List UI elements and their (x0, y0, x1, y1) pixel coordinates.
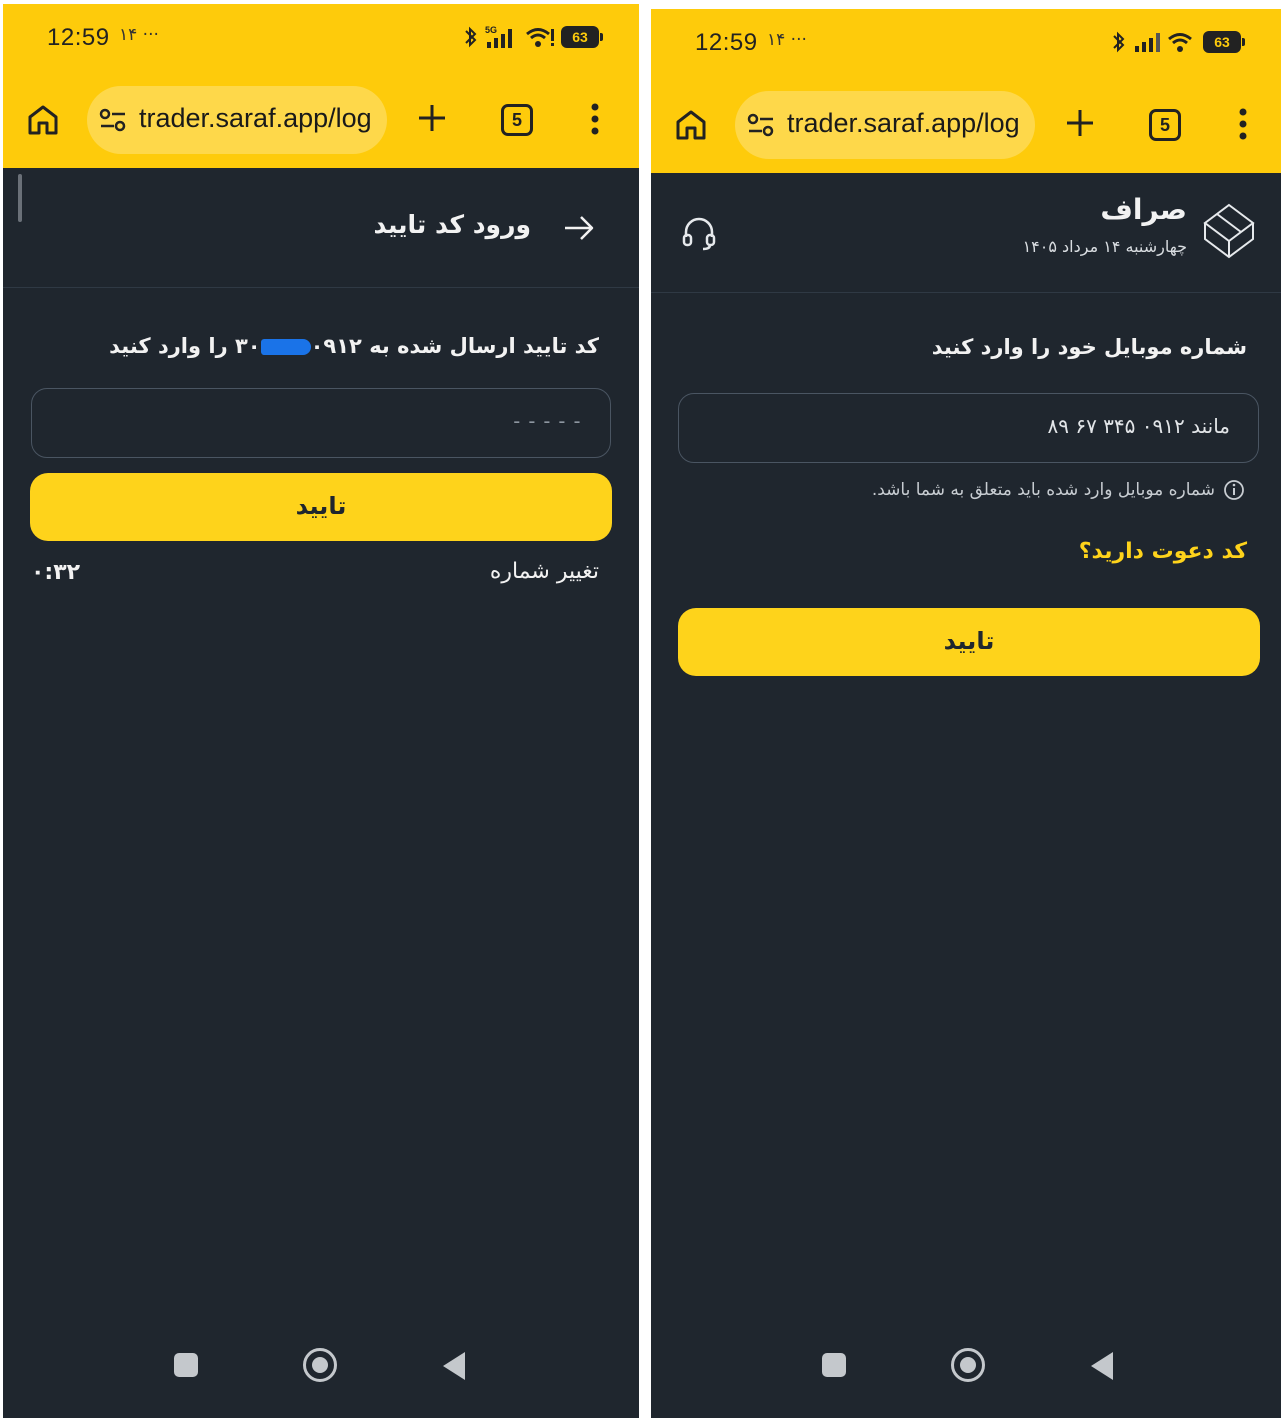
url-text: trader.saraf.app/log (139, 103, 372, 133)
phone-placeholder: مانند ۰۹۱۲ ۳۴۵ ۶۷ ۸۹ (1047, 414, 1230, 438)
wifi-icon (526, 28, 554, 47)
info-icon (1224, 480, 1244, 500)
bluetooth-icon (465, 26, 477, 48)
status-icons: 5G 63 (463, 22, 603, 52)
new-tab-icon[interactable] (416, 102, 448, 134)
change-number-link[interactable]: تغییر شماره (490, 559, 599, 584)
browser-toolbar: trader.saraf.app/log 5 (3, 70, 639, 168)
phone-field-label: شماره موبایل خود را وارد کنید (931, 335, 1247, 359)
home-nav-icon[interactable] (303, 1348, 337, 1382)
back-nav-icon[interactable] (443, 1352, 465, 1380)
phone-hint: شماره موبایل وارد شده باید متعلق به شما … (872, 479, 1245, 501)
brand-name: صراف (1100, 193, 1187, 226)
status-bar: 12:59 ۱۴ ··· 63 (651, 9, 1281, 75)
status-icons: 63 (1111, 27, 1245, 57)
otp-prompt-prefix: کد تایید ارسال شده به ۰۹۱۲ (310, 334, 599, 358)
brand-date: چهارشنبه ۱۴ مرداد ۱۴۰۵ (1022, 237, 1187, 256)
otp-input[interactable]: ----- (31, 388, 611, 458)
signal-5g-icon: 5G (485, 25, 512, 48)
confirm-button[interactable]: تایید (678, 608, 1260, 676)
invite-code-link[interactable]: کد دعوت دارید؟ (1079, 539, 1247, 564)
status-time: 12:59 (695, 29, 758, 56)
recents-icon[interactable] (174, 1353, 198, 1377)
signal-icon (1135, 33, 1160, 52)
battery-icon: 63 (561, 26, 603, 48)
left-phone-screen: 12:59 ۱۴ ··· 5G 63 trader.saraf.app/log … (3, 4, 639, 1418)
more-menu-icon[interactable] (1236, 107, 1250, 141)
battery-icon: 63 (1203, 31, 1245, 53)
otp-prompt: کد تایید ارسال شده به ۰۹۱۲ ۳۰ را وارد کنی… (109, 334, 599, 358)
otp-prompt-suffix: ۳۰ را وارد کنید (109, 334, 261, 358)
back-arrow-icon[interactable] (563, 214, 595, 242)
url-text: trader.saraf.app/log (787, 108, 1020, 138)
page-header: ورود کد تایید (3, 168, 639, 288)
address-bar[interactable]: trader.saraf.app/log (735, 91, 1035, 159)
saraf-logo-icon (1203, 203, 1255, 259)
right-phone-screen: 12:59 ۱۴ ··· 63 trader.saraf.app/log 5 ص… (651, 9, 1281, 1418)
home-nav-icon[interactable] (951, 1348, 985, 1382)
status-time: 12:59 (47, 24, 110, 51)
more-menu-icon[interactable] (588, 102, 602, 136)
back-nav-icon[interactable] (1091, 1352, 1113, 1380)
browser-toolbar: trader.saraf.app/log 5 (651, 75, 1281, 173)
tab-switcher-button[interactable]: 5 (1149, 109, 1181, 141)
page-title: ورود کد تایید (373, 210, 532, 239)
network-label: 5G (485, 25, 497, 35)
recents-icon[interactable] (822, 1353, 846, 1377)
redacted-digits (260, 339, 311, 355)
site-settings-icon[interactable] (99, 108, 127, 132)
address-bar[interactable]: trader.saraf.app/log (87, 86, 387, 154)
system-nav-bar (651, 1328, 1281, 1418)
confirm-button[interactable]: تایید (30, 473, 612, 541)
phone-number-input[interactable]: مانند ۰۹۱۲ ۳۴۵ ۶۷ ۸۹ (678, 393, 1259, 463)
home-icon[interactable] (25, 102, 61, 138)
support-headset-icon[interactable] (681, 215, 717, 251)
status-extra: ۱۴ ··· (119, 25, 159, 45)
resend-timer: ۰:۳۲ (31, 560, 81, 585)
phone-hint-text: شماره موبایل وارد شده باید متعلق به شما … (871, 480, 1215, 500)
wifi-icon (1168, 33, 1192, 52)
otp-placeholder: ----- (510, 409, 586, 433)
status-extra: ۱۴ ··· (767, 30, 807, 50)
system-nav-bar (3, 1328, 639, 1418)
site-settings-icon[interactable] (747, 113, 775, 137)
status-bar: 12:59 ۱۴ ··· 5G 63 (3, 4, 639, 70)
new-tab-icon[interactable] (1064, 107, 1096, 139)
app-header: صراف چهارشنبه ۱۴ مرداد ۱۴۰۵ (651, 173, 1281, 293)
bluetooth-icon (1113, 31, 1125, 53)
home-icon[interactable] (673, 107, 709, 143)
tab-switcher-button[interactable]: 5 (501, 104, 533, 136)
